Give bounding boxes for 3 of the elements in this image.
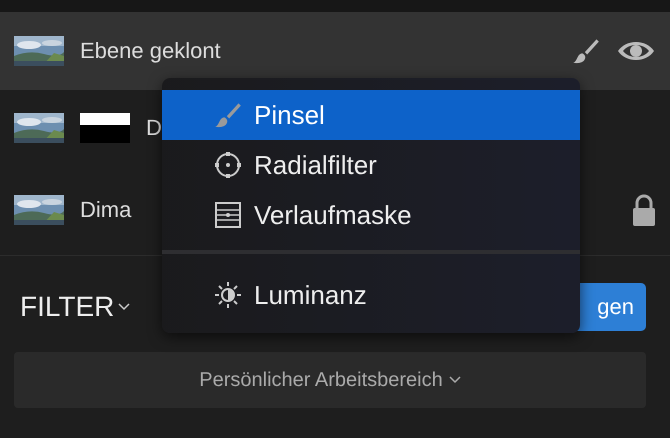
layer-name: Ebene geklont — [80, 38, 221, 64]
layer-name: Dima — [80, 197, 132, 223]
layer-name: D — [146, 114, 162, 140]
